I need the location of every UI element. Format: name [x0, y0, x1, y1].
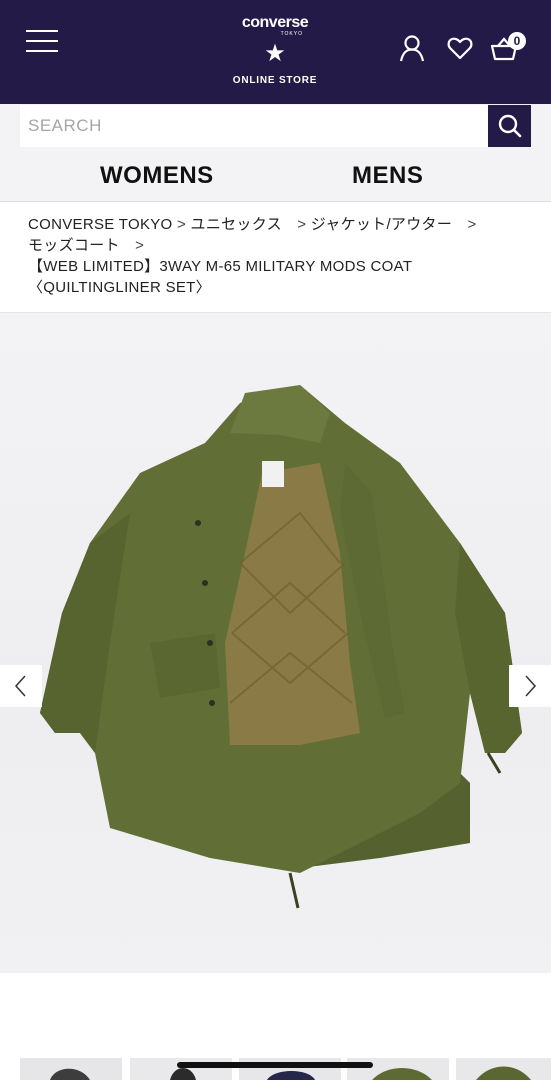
search-button[interactable]: [488, 105, 531, 147]
carousel-prev-button[interactable]: [0, 665, 42, 707]
thumbnail-photo: [20, 1058, 122, 1080]
carousel-next-button[interactable]: [509, 665, 551, 707]
brand-name: converse: [241, 14, 309, 31]
search-input[interactable]: [20, 105, 488, 147]
breadcrumb-separator: >: [172, 216, 191, 233]
tab-womens[interactable]: WOMENS: [100, 162, 214, 190]
heart-icon[interactable]: [446, 34, 474, 62]
user-icon[interactable]: [398, 34, 426, 62]
thumbnail[interactable]: [20, 1058, 122, 1080]
breadcrumb-current-product: 【WEB LIMITED】3WAY M-65 MILITARY MODS COA…: [28, 258, 413, 296]
menu-icon[interactable]: [26, 28, 58, 54]
converse-logo[interactable]: converse TOKYO ★ ONLINE STORE: [225, 14, 325, 98]
search-icon: [498, 114, 522, 138]
breadcrumb-separator: >: [119, 237, 145, 254]
breadcrumb-separator: >: [281, 216, 311, 233]
breadcrumb-separator: >: [452, 216, 477, 233]
site-header: converse TOKYO ★ ONLINE STORE 0: [0, 0, 551, 104]
breadcrumb-item-mods-coat[interactable]: モッズコート: [28, 237, 120, 254]
gender-nav: WOMENS MENS: [0, 148, 551, 202]
product-image[interactable]: [0, 313, 551, 973]
chevron-left-icon: [14, 675, 26, 697]
star-icon: ★: [264, 40, 286, 67]
thumbnail[interactable]: [456, 1058, 551, 1080]
breadcrumb: CONVERSE TOKYO > ユニセックス > ジャケット/アウター > モ…: [28, 214, 528, 298]
breadcrumb-item-unisex[interactable]: ユニセックス: [191, 216, 282, 233]
tab-mens[interactable]: MENS: [352, 162, 423, 190]
chevron-right-icon: [525, 675, 537, 697]
home-indicator: [177, 1062, 373, 1068]
breadcrumb-item-converse-tokyo[interactable]: CONVERSE TOKYO: [28, 216, 173, 233]
store-label: ONLINE STORE: [232, 75, 318, 86]
thumbnail-photo: [456, 1058, 551, 1080]
brand-sub: TOKYO: [280, 31, 303, 37]
product-photo-mods-coat: [40, 385, 522, 909]
breadcrumb-item-jacket-outer[interactable]: ジャケット/アウター: [311, 216, 452, 233]
cart-count-badge: 0: [508, 32, 526, 50]
